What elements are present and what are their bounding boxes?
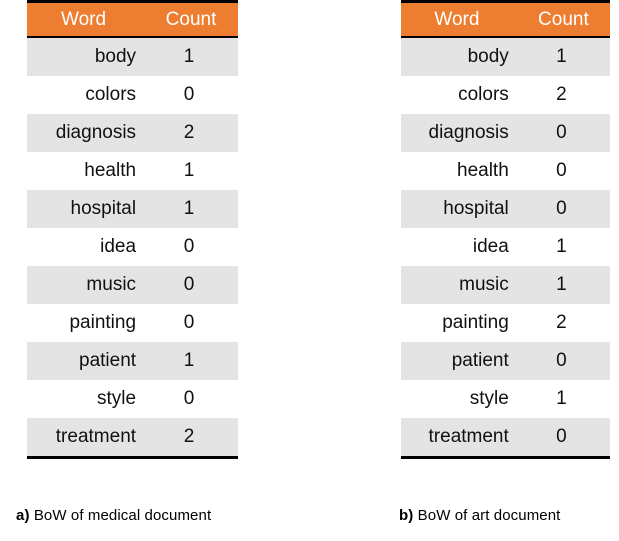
cell-count: 1 bbox=[530, 380, 610, 418]
caption-label-b: b) bbox=[399, 507, 414, 524]
header-row: Word Count bbox=[401, 1, 610, 38]
table-row: idea 1 bbox=[401, 228, 610, 266]
caption-label-a: a) bbox=[16, 507, 30, 524]
cell-count: 1 bbox=[530, 37, 610, 76]
cell-word: idea bbox=[401, 228, 531, 266]
bow-table-medical: Word Count body 1 colors 0 diagnosis 2 h… bbox=[27, 0, 238, 459]
cell-word: patient bbox=[27, 342, 159, 380]
cell-count: 0 bbox=[158, 76, 238, 114]
table-row: colors 0 bbox=[27, 76, 238, 114]
table-row: painting 0 bbox=[27, 304, 238, 342]
table-row: patient 0 bbox=[401, 342, 610, 380]
column-header-word: Word bbox=[401, 1, 531, 38]
cell-count: 0 bbox=[530, 418, 610, 458]
caption-panel-a: a) BoW of medical document bbox=[16, 507, 211, 524]
cell-word: idea bbox=[27, 228, 159, 266]
table-body: body 1 colors 0 diagnosis 2 health 1 hos… bbox=[27, 37, 238, 458]
cell-word: health bbox=[401, 152, 531, 190]
cell-count: 2 bbox=[530, 304, 610, 342]
cell-word: body bbox=[401, 37, 531, 76]
table-row: music 1 bbox=[401, 266, 610, 304]
header-row: Word Count bbox=[27, 1, 238, 38]
cell-word: hospital bbox=[401, 190, 531, 228]
table-header: Word Count bbox=[401, 1, 610, 38]
table-row: treatment 2 bbox=[27, 418, 238, 458]
cell-count: 1 bbox=[158, 37, 238, 76]
cell-word: health bbox=[27, 152, 159, 190]
table-row: idea 0 bbox=[27, 228, 238, 266]
cell-count: 2 bbox=[530, 76, 610, 114]
cell-word: patient bbox=[401, 342, 531, 380]
table-body: body 1 colors 2 diagnosis 0 health 0 hos… bbox=[401, 37, 610, 458]
table-row: hospital 0 bbox=[401, 190, 610, 228]
table-row: colors 2 bbox=[401, 76, 610, 114]
cell-count: 2 bbox=[158, 114, 238, 152]
caption-panel-b: b) BoW of art document bbox=[399, 507, 560, 524]
cell-count: 0 bbox=[158, 266, 238, 304]
caption-text-a: BoW of medical document bbox=[33, 507, 212, 524]
panel-b: Word Count body 1 colors 2 diagnosis 0 h… bbox=[401, 0, 610, 459]
panel-a: Word Count body 1 colors 0 diagnosis 2 h… bbox=[27, 0, 238, 459]
cell-count: 1 bbox=[530, 266, 610, 304]
cell-word: style bbox=[27, 380, 159, 418]
cell-word: painting bbox=[401, 304, 531, 342]
cell-count: 0 bbox=[158, 228, 238, 266]
table-row: body 1 bbox=[401, 37, 610, 76]
cell-word: treatment bbox=[27, 418, 159, 458]
cell-word: music bbox=[401, 266, 531, 304]
table-row: diagnosis 0 bbox=[401, 114, 610, 152]
cell-count: 0 bbox=[530, 342, 610, 380]
table-row: diagnosis 2 bbox=[27, 114, 238, 152]
cell-word: style bbox=[401, 380, 531, 418]
table-row: body 1 bbox=[27, 37, 238, 76]
column-header-count: Count bbox=[158, 1, 238, 38]
cell-count: 1 bbox=[158, 342, 238, 380]
cell-count: 1 bbox=[530, 228, 610, 266]
table-row: hospital 1 bbox=[27, 190, 238, 228]
cell-word: treatment bbox=[401, 418, 531, 458]
table-row: style 0 bbox=[27, 380, 238, 418]
cell-count: 2 bbox=[158, 418, 238, 458]
cell-count: 0 bbox=[530, 152, 610, 190]
cell-word: colors bbox=[401, 76, 531, 114]
cell-count: 0 bbox=[158, 304, 238, 342]
table-row: painting 2 bbox=[401, 304, 610, 342]
table-header: Word Count bbox=[27, 1, 238, 38]
cell-word: colors bbox=[27, 76, 159, 114]
table-row: style 1 bbox=[401, 380, 610, 418]
column-header-count: Count bbox=[530, 1, 610, 38]
cell-count: 0 bbox=[530, 190, 610, 228]
bow-figure: Word Count body 1 colors 0 diagnosis 2 h… bbox=[0, 0, 619, 541]
cell-count: 1 bbox=[158, 190, 238, 228]
bow-table-art: Word Count body 1 colors 2 diagnosis 0 h… bbox=[401, 0, 610, 459]
cell-word: painting bbox=[27, 304, 159, 342]
cell-word: diagnosis bbox=[27, 114, 159, 152]
cell-count: 0 bbox=[530, 114, 610, 152]
cell-word: music bbox=[27, 266, 159, 304]
column-header-word: Word bbox=[27, 1, 159, 38]
table-row: health 0 bbox=[401, 152, 610, 190]
caption-text-b: BoW of art document bbox=[417, 507, 561, 524]
table-row: music 0 bbox=[27, 266, 238, 304]
cell-count: 0 bbox=[158, 380, 238, 418]
table-row: patient 1 bbox=[27, 342, 238, 380]
cell-count: 1 bbox=[158, 152, 238, 190]
cell-word: body bbox=[27, 37, 159, 76]
table-row: health 1 bbox=[27, 152, 238, 190]
table-row: treatment 0 bbox=[401, 418, 610, 458]
cell-word: hospital bbox=[27, 190, 159, 228]
cell-word: diagnosis bbox=[401, 114, 531, 152]
